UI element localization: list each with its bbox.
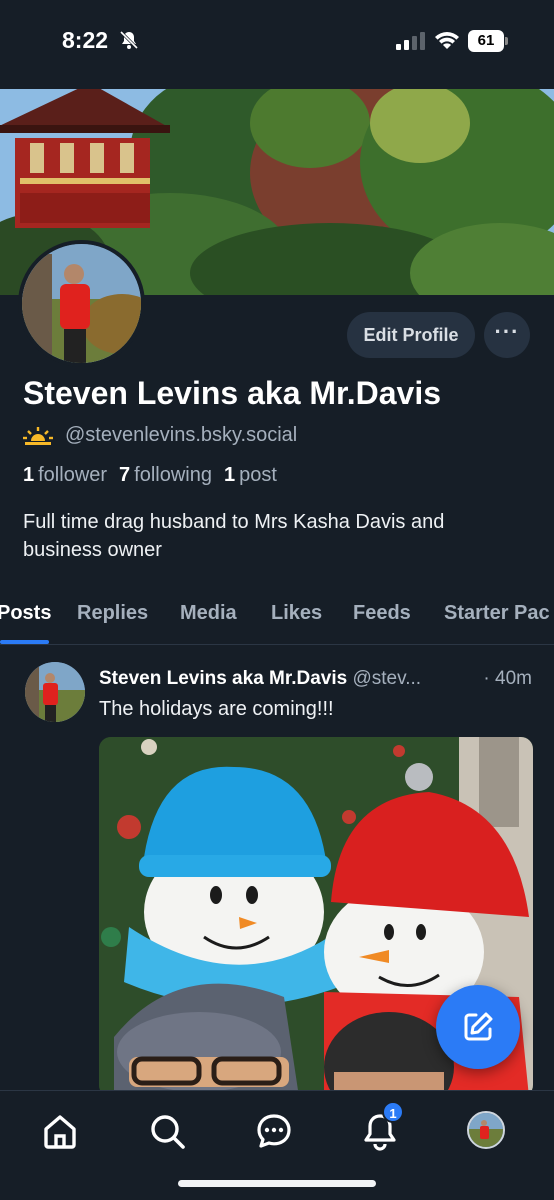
edit-profile-button[interactable]: Edit Profile (347, 312, 475, 358)
post-author-avatar[interactable] (25, 662, 85, 722)
bell-slash-icon (119, 30, 139, 50)
post-timestamp: · 40m (483, 668, 532, 689)
compose-icon (464, 1012, 493, 1041)
active-tab-indicator (0, 640, 49, 644)
handle: @stevenlevins.bsky.social (65, 424, 298, 446)
home-icon[interactable] (40, 1111, 80, 1151)
chat-icon[interactable] (254, 1111, 294, 1151)
more-options-button[interactable]: ··· (484, 312, 530, 358)
post-text: The holidays are coming!!! (99, 698, 334, 720)
handle-row: @stevenlevins.bsky.social (23, 424, 297, 447)
status-bar: 8:22 61 (0, 0, 554, 83)
post-author-handle[interactable]: @stev... (352, 668, 421, 689)
tab-feeds[interactable]: Feeds (353, 602, 411, 625)
sunrise-icon (23, 426, 53, 445)
profile-bio: Full time drag husband to Mrs Kasha Davi… (23, 511, 445, 561)
wifi-icon (435, 32, 459, 49)
following-link[interactable]: 7 following (119, 464, 212, 487)
signal-icon (396, 32, 425, 50)
tab-replies[interactable]: Replies (77, 602, 148, 625)
battery-level: 61 (468, 30, 504, 52)
nav-profile-avatar[interactable] (467, 1111, 505, 1149)
post-header: Steven Levins aka Mr.Davis @stev... (99, 668, 539, 690)
followers-link[interactable]: 1 follower (23, 464, 107, 487)
tab-media[interactable]: Media (180, 602, 237, 625)
posts-count: 1 post (224, 464, 277, 486)
post-author-name[interactable]: Steven Levins aka Mr.Davis (99, 668, 347, 689)
home-indicator (178, 1180, 376, 1187)
notification-badge: 1 (382, 1101, 404, 1123)
tab-starter-packs[interactable]: Starter Pac (444, 602, 550, 625)
status-time: 8:22 (62, 27, 109, 53)
display-name: Steven Levins aka Mr.Davis (23, 375, 441, 411)
tab-posts[interactable]: Posts (0, 602, 51, 625)
profile-tabs: Posts Replies Media Likes Feeds Starter … (0, 585, 554, 645)
search-icon[interactable] (147, 1111, 187, 1151)
profile-avatar[interactable] (18, 240, 145, 367)
tab-likes[interactable]: Likes (271, 602, 322, 625)
profile-stats: 1 follower 7 following 1 post (23, 464, 277, 487)
battery-indicator: 61 (468, 30, 508, 52)
compose-button[interactable] (436, 985, 520, 1069)
